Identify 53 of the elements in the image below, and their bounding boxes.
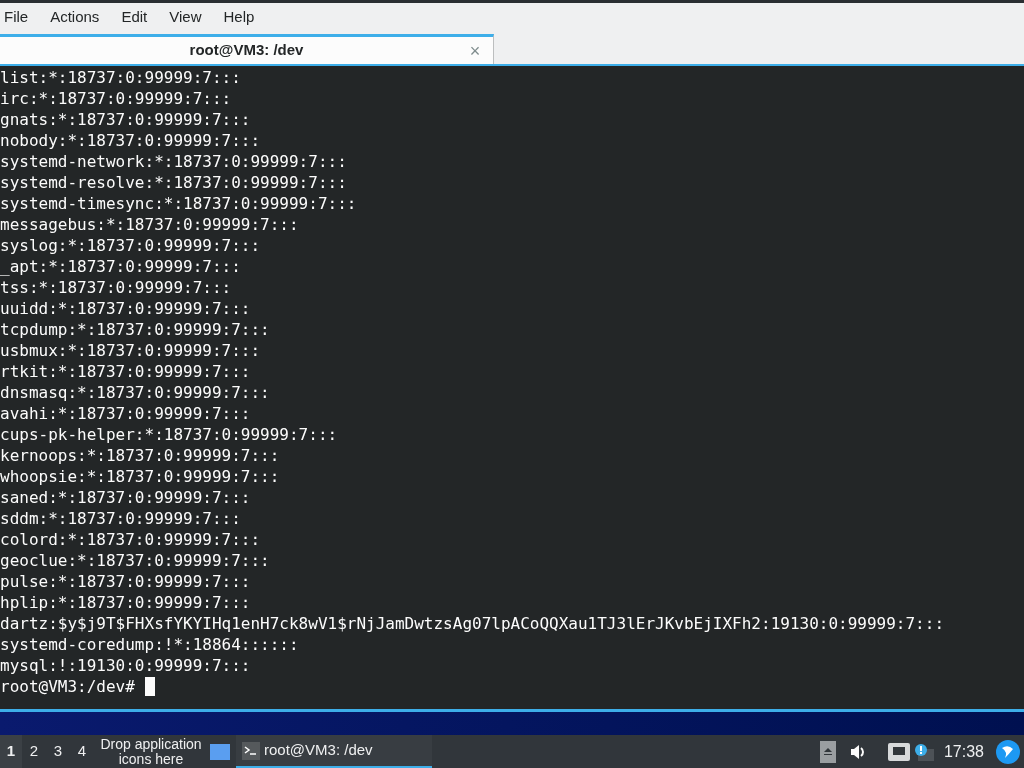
terminal-line: geoclue:*:18737:0:99999:7:::	[0, 550, 270, 571]
menu-item[interactable]: Edit	[121, 6, 148, 29]
terminal-line: tcpdump:*:18737:0:99999:7:::	[0, 319, 270, 340]
task-title: root@VM3: /dev	[264, 740, 373, 761]
terminal-line: _apt:*:18737:0:99999:7:::	[0, 256, 241, 277]
drop-hint: Drop application icons here	[99, 736, 203, 767]
terminal-line: irc:*:18737:0:99999:7:::	[0, 88, 232, 109]
terminal-line: hplip:*:18737:0:99999:7:::	[0, 592, 251, 613]
terminal-line: messagebus:*:18737:0:99999:7:::	[0, 214, 299, 235]
taskbar-task[interactable]: root@VM3: /dev	[236, 735, 432, 768]
terminal-line: whoopsie:*:18737:0:99999:7:::	[0, 466, 280, 487]
speaker-icon[interactable]	[849, 743, 866, 760]
desktop-switch[interactable]: 4	[70, 735, 94, 768]
terminal-line: syslog:*:18737:0:99999:7:::	[0, 235, 261, 256]
desktop-switch[interactable]: 2	[22, 735, 46, 768]
terminal-line: saned:*:18737:0:99999:7:::	[0, 487, 251, 508]
terminal-line: dnsmasq:*:18737:0:99999:7:::	[0, 382, 270, 403]
terminal-line: mysql:!:19130:0:99999:7:::	[0, 655, 251, 676]
terminal-line: gnats:*:18737:0:99999:7:::	[0, 109, 251, 130]
terminal-line: systemd-resolve:*:18737:0:99999:7:::	[0, 172, 347, 193]
terminal-icon	[242, 741, 260, 760]
terminal-tab[interactable]: root@VM3: /dev ×	[0, 34, 494, 64]
menu-item[interactable]: View	[169, 6, 202, 29]
terminal-line: tss:*:18737:0:99999:7:::	[0, 277, 232, 298]
terminal-line: uuidd:*:18737:0:99999:7:::	[0, 298, 251, 319]
terminal-line: cups-pk-helper:*:18737:0:99999:7:::	[0, 424, 338, 445]
clock[interactable]: 17:38	[943, 739, 984, 764]
desktop-switch[interactable]: 1	[0, 735, 22, 768]
shell-prompt: root@VM3:/dev#	[0, 676, 135, 697]
terminal-line: avahi:*:18737:0:99999:7:::	[0, 403, 251, 424]
terminal-line: systemd-coredump:!*:18864::::::	[0, 634, 299, 655]
text-cursor	[144, 677, 155, 696]
menu-item[interactable]: File	[4, 6, 29, 29]
terminal-line: dartz:$y$j9T$FHXsfYKYIHq1enH7ck8wV1$rNjJamDwtzsAg07lpACoQQXau1TJ3lErJKvbEjIXFh2:19130:0:99999:7:::	[0, 613, 944, 634]
terminal-line: kernoops:*:18737:0:99999:7:::	[0, 445, 280, 466]
desktop-switch[interactable]: 3	[46, 735, 70, 768]
terminal-line: rtkit:*:18737:0:99999:7:::	[0, 361, 251, 382]
terminal-line: systemd-timesync:*:18737:0:99999:7:::	[0, 193, 357, 214]
terminal-line: systemd-network:*:18737:0:99999:7:::	[0, 151, 347, 172]
menu-item[interactable]: Help	[223, 6, 255, 29]
terminal-line: nobody:*:18737:0:99999:7:::	[0, 130, 261, 151]
terminal-line: sddm:*:18737:0:99999:7:::	[0, 508, 241, 529]
eject-icon[interactable]	[819, 740, 836, 763]
terminal-line: list:*:18737:0:99999:7:::	[0, 67, 241, 88]
terminal-line: usbmux:*:18737:0:99999:7:::	[0, 340, 261, 361]
desktop-icon[interactable]	[210, 743, 230, 760]
notification-icon[interactable]	[913, 742, 934, 761]
terminal-line: pulse:*:18737:0:99999:7:::	[0, 571, 251, 592]
start-menu-icon[interactable]	[996, 739, 1020, 764]
network-icon[interactable]	[887, 742, 910, 761]
menu-item[interactable]: Actions	[50, 6, 100, 29]
tab-title: root@VM3: /dev	[188, 40, 305, 61]
terminal-line: colord:*:18737:0:99999:7:::	[0, 529, 261, 550]
